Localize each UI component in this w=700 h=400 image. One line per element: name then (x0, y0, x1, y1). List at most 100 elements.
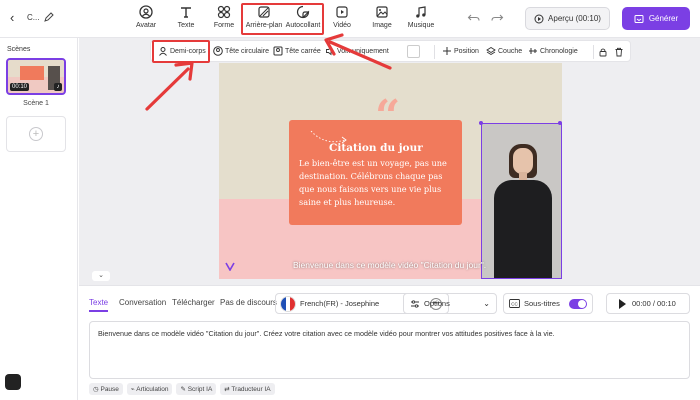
generate-button[interactable]: Générer (622, 7, 690, 30)
lock-icon[interactable] (598, 47, 608, 57)
back-arrow-icon[interactable]: ‹ (10, 11, 22, 25)
svg-text:CC: CC (511, 301, 518, 306)
plus-icon: + (29, 127, 43, 141)
player-time: 00:00 / 00:10 (632, 299, 676, 308)
play-icon[interactable] (619, 298, 626, 309)
ctx-layers[interactable]: Couche (486, 46, 522, 56)
ctx-position[interactable]: Position (442, 46, 479, 56)
toolbar-video-label: Vidéo (333, 22, 351, 29)
layers-icon (486, 46, 496, 56)
scene-label: Scène 1 (23, 100, 49, 107)
presenter-body (494, 180, 552, 278)
ctx-timeline[interactable]: Chronologie (528, 46, 578, 56)
toolbar-shape-label: Forme (213, 22, 235, 29)
preview-button[interactable]: Aperçu (00:10) (525, 7, 610, 30)
ai-script-label: Script IA (187, 386, 213, 393)
collapse-chevron-icon[interactable]: ⌄ (92, 271, 110, 281)
script-tools: ◷ Pause ⌁ Articulation ✎ Script IA ⇄ Tra… (89, 383, 275, 395)
subtitles-label: Sous-titres (524, 299, 560, 308)
preview-label: Aperçu (00:10) (548, 14, 601, 23)
audio-player[interactable]: 00:00 / 00:10 (606, 293, 690, 314)
tab-conversation[interactable]: Conversation (119, 298, 166, 307)
move-icon (443, 47, 451, 55)
presenter-face (513, 148, 533, 174)
scenes-title: Scènes (7, 46, 31, 53)
toolbar-text[interactable]: Texte (166, 5, 206, 33)
toolbar-avatar[interactable]: Avatar (126, 5, 166, 33)
color-swatch[interactable] (407, 45, 420, 58)
scene-duration: 00:10 (10, 83, 30, 91)
articulation-chip[interactable]: ⌁ Articulation (126, 383, 173, 395)
music-note-icon: ♪ (54, 83, 62, 91)
video-icon (336, 6, 348, 18)
pencil-icon[interactable] (43, 11, 55, 23)
articulation-label: Articulation (136, 386, 169, 393)
ctx-circle-head-label: Tête circulaire (225, 47, 269, 55)
tab-pas-de-discours[interactable]: Pas de discours (220, 298, 277, 307)
toolbar-shape[interactable]: Forme (204, 5, 244, 33)
subtitles-toggle-control[interactable]: CC Sous-titres (503, 293, 593, 314)
highlight-box-background-sticker (241, 3, 324, 35)
options-label: Options (424, 299, 450, 308)
quote-title[interactable]: Citation du jour (329, 142, 423, 154)
video-preview[interactable]: Citation du jour Le bien-être est un voy… (219, 63, 562, 279)
redo-icon[interactable] (490, 12, 504, 24)
toolbar-text-label: Texte (177, 22, 195, 29)
circle-head-icon (213, 46, 223, 56)
france-flag-icon (280, 295, 296, 312)
add-scene-button[interactable]: + (6, 116, 66, 152)
generate-label: Générer (648, 14, 679, 23)
tab-telecharger[interactable]: Télécharger (172, 298, 215, 307)
scene-thumb-card (20, 66, 44, 80)
options-icon (411, 299, 419, 308)
quote-marks-icon: “ (375, 91, 401, 142)
scene-thumbnail[interactable]: 00:10 ♪ (6, 58, 66, 95)
project-name[interactable]: C... (27, 13, 39, 22)
chevron-down-icon: ⌄ (483, 299, 490, 308)
text-icon (181, 7, 191, 18)
ai-script-chip[interactable]: ✎ Script IA (176, 383, 217, 395)
pause-chip[interactable]: ◷ Pause (89, 383, 123, 395)
timeline-icon (529, 48, 537, 54)
music-icon (416, 6, 426, 18)
image-icon (376, 6, 388, 18)
script-textarea[interactable]: Bienvenue dans ce modèle vidéo "Citation… (89, 321, 690, 379)
toolbar-video[interactable]: Vidéo (322, 5, 362, 33)
cc-icon: CC (509, 299, 520, 308)
avatar-presenter[interactable] (481, 123, 562, 279)
trash-icon[interactable] (614, 47, 624, 57)
tab-texte[interactable]: Texte (89, 298, 109, 312)
ctx-layers-label: Couche (498, 47, 523, 55)
annotation-arrow-icon (324, 33, 392, 70)
toolbar-music-label: Musique (407, 22, 435, 29)
scenes-panel: Scènes 00:10 ♪ Scène 1 + (0, 38, 78, 400)
ai-translator-label: Traducteur IA (231, 386, 271, 393)
toolbar-music[interactable]: Musique (401, 5, 441, 33)
options-dropdown[interactable]: Options ⌄ (403, 293, 497, 314)
shape-icon (217, 5, 231, 19)
watermark-icon (225, 262, 235, 271)
chat-help-icon[interactable] (5, 374, 21, 390)
ctx-separator (593, 45, 594, 59)
avatar-icon (139, 5, 153, 19)
undo-icon[interactable] (467, 12, 481, 24)
ctx-separator (434, 45, 435, 59)
resize-handle[interactable] (479, 121, 483, 125)
video-subtitle: Bienvenue dans ce modèle vidéo "Citation… (293, 260, 487, 270)
pause-label: Pause (100, 386, 119, 393)
square-head-icon (273, 46, 283, 56)
generate-icon (634, 14, 644, 23)
toolbar-image[interactable]: Image (362, 5, 402, 33)
quote-body[interactable]: Le bien-être est un voyage, pas une dest… (299, 157, 459, 209)
subtitles-toggle[interactable] (569, 298, 587, 309)
ctx-timeline-label: Chronologie (540, 47, 578, 55)
resize-handle[interactable] (558, 121, 562, 125)
preview-icon (534, 14, 544, 23)
ctx-square-head-label: Tête carrée (285, 47, 321, 55)
ctx-position-label: Position (454, 47, 479, 55)
ctx-circle-head[interactable]: Tête circulaire (213, 46, 269, 56)
toolbar-avatar-label: Avatar (135, 22, 157, 29)
ai-translator-chip[interactable]: ⇄ Traducteur IA (220, 383, 275, 395)
toolbar-image-label: Image (372, 22, 392, 29)
ctx-square-head[interactable]: Tête carrée (273, 46, 321, 56)
